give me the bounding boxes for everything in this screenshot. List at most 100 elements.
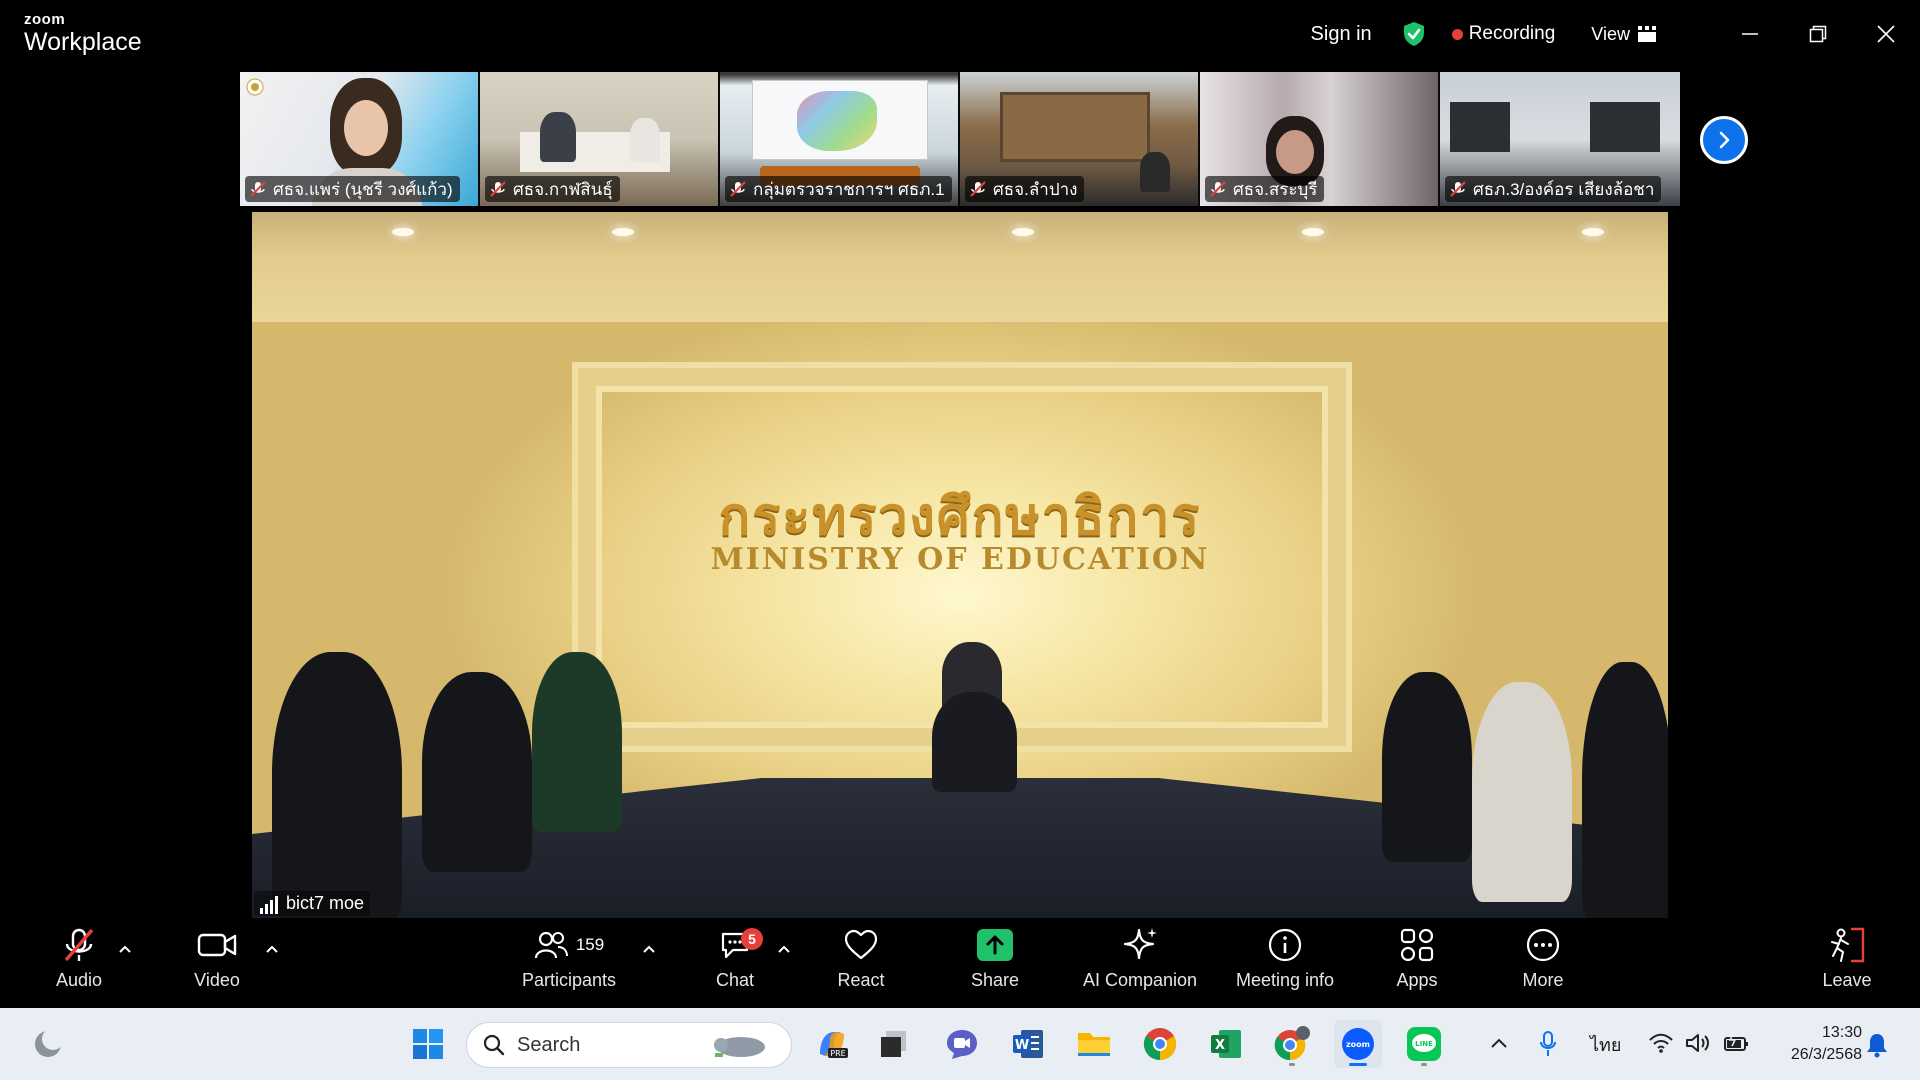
chat-button[interactable]: 5 Chat [700,920,770,1008]
svg-text:PRE: PRE [830,1049,845,1058]
file-explorer-app[interactable] [1070,1020,1118,1068]
word-app[interactable]: W [1004,1020,1052,1068]
recording-label: Recording [1468,23,1556,44]
start-button[interactable] [404,1020,452,1068]
more-button[interactable]: More [1508,920,1578,1008]
participant-name-tag: ศธจ.สระบุรี [1205,176,1325,202]
restore-icon [1809,25,1827,43]
video-options-chevron-up-icon[interactable] [265,944,279,954]
microphone-tray-icon[interactable] [1538,1030,1558,1058]
security-shield-icon[interactable] [1402,21,1426,47]
input-language-indicator[interactable]: ไทย [1590,1030,1621,1059]
svg-text:X: X [1215,1038,1225,1053]
minimize-icon [1742,33,1758,35]
ceiling-light [1302,228,1324,236]
battery-charging-icon[interactable] [1722,1032,1750,1054]
participants-options-chevron-up-icon[interactable] [642,944,656,954]
line-app[interactable]: LINE [1400,1020,1448,1068]
mic-muted-icon [64,928,94,962]
participants-button[interactable]: 159 Participants [514,920,624,1008]
close-icon [1877,25,1895,43]
share-screen-icon [977,929,1013,961]
ai-companion-button[interactable]: AI Companion [1076,920,1204,1008]
participant-tile[interactable]: กลุ่มตรวจราชการฯ ศธภ.1 [720,72,960,206]
info-icon [1268,928,1302,962]
participants-icon [534,931,568,959]
windows-taskbar: Search PRE W X zoom LINE ไทย 13:30 26/3/… [0,1008,1920,1080]
participant-face [330,78,402,176]
teams-app[interactable] [938,1020,986,1068]
folder-icon [1078,1033,1110,1056]
active-speaker-video[interactable]: กระทรวงศึกษาธิการ MINISTRY OF EDUCATION … [252,212,1668,918]
chat-options-chevron-up-icon[interactable] [777,944,791,954]
view-button[interactable]: View [1591,24,1656,45]
video-button[interactable]: Video [182,920,252,1008]
chevron-right-icon [1719,131,1730,149]
restore-button[interactable] [1784,0,1852,68]
person-silhouette [1382,672,1472,862]
participant-name-tag: ศธจ.ลำปาง [965,176,1085,202]
wood-wall [1000,92,1150,162]
brand-bottom: Workplace [24,28,142,56]
person-silhouette [272,652,402,918]
audio-options-chevron-up-icon[interactable] [118,944,132,954]
ceiling-light [1012,228,1034,236]
share-button[interactable]: Share [960,920,1030,1008]
excel-icon: X [1211,1030,1241,1058]
monitor-screen [1450,102,1510,152]
person-silhouette [1140,152,1170,192]
leave-door-icon [1831,927,1865,963]
mic-muted-icon [250,181,266,197]
search-placeholder: Search [517,1033,581,1056]
apps-button[interactable]: Apps [1382,920,1452,1008]
word-icon: W [1013,1030,1043,1058]
zoom-icon: zoom [1342,1028,1374,1060]
task-view-button[interactable] [870,1020,918,1068]
next-page-button[interactable] [1700,116,1748,164]
speaker-name: bict7 moe [286,893,365,913]
copilot-app[interactable]: PRE [808,1020,856,1068]
mic-muted-icon [490,181,506,197]
taskbar-search-box[interactable]: Search [466,1022,792,1068]
participant-tile[interactable]: ศธภ.3/องค์อร เสียงล้อชา [1440,72,1680,206]
teams-chat-icon [947,1030,977,1059]
meeting-info-button[interactable]: Meeting info [1228,920,1342,1008]
speaker-name-tag: bict7 moe [254,891,371,916]
chat-unread-badge: 5 [741,928,763,950]
audio-button[interactable]: Audio [44,920,114,1008]
excel-app[interactable]: X [1202,1020,1250,1068]
volume-icon[interactable] [1685,1032,1713,1054]
video-camera-icon [197,933,237,957]
wifi-icon[interactable] [1648,1032,1674,1054]
participant-tile[interactable]: ศธจ.สระบุรี [1200,72,1440,206]
brand-top: zoom [24,11,66,28]
svg-text:W: W [1015,1038,1029,1053]
person-silhouette [540,112,576,162]
chrome-profile-app[interactable] [1268,1020,1316,1068]
participant-tile[interactable]: ศธจ.ลำปาง [960,72,1200,206]
recording-indicator[interactable]: Recording [1451,23,1556,45]
chrome-icon [1143,1028,1177,1061]
ministry-sign-english: MINISTRY OF EDUCATION [710,542,1210,577]
zoom-app[interactable]: zoom [1334,1020,1382,1068]
person-silhouette [422,672,532,872]
person-silhouette [532,652,622,832]
system-clock[interactable]: 13:30 26/3/2568 [1791,1022,1862,1066]
minimize-button[interactable] [1716,0,1784,68]
person-silhouette [1472,682,1572,902]
close-window-button[interactable] [1852,0,1920,68]
chrome-app[interactable] [1136,1020,1184,1068]
more-ellipsis-icon [1526,928,1560,962]
show-hidden-icons-chevron-up-icon[interactable] [1490,1036,1508,1050]
meeting-controls: Audio Video 159 Participants 5 Chat Reac… [0,920,1920,1008]
leave-button[interactable]: Leave [1812,920,1882,1008]
sign-in-link[interactable]: Sign in [1311,23,1372,46]
react-button[interactable]: React [826,920,896,1008]
participant-tile[interactable]: ศธจ.กาฬสินธุ์ [480,72,720,206]
svg-text:LINE: LINE [1415,1040,1433,1048]
weather-widget[interactable] [24,1020,72,1068]
chrome-profile-icon [1274,1026,1310,1061]
notification-bell-icon[interactable] [1866,1032,1888,1058]
clock-date: 26/3/2568 [1790,1046,1862,1063]
participant-tile[interactable]: ศธจ.แพร่ (นุชรี วงศ์แก้ว) [240,72,480,206]
